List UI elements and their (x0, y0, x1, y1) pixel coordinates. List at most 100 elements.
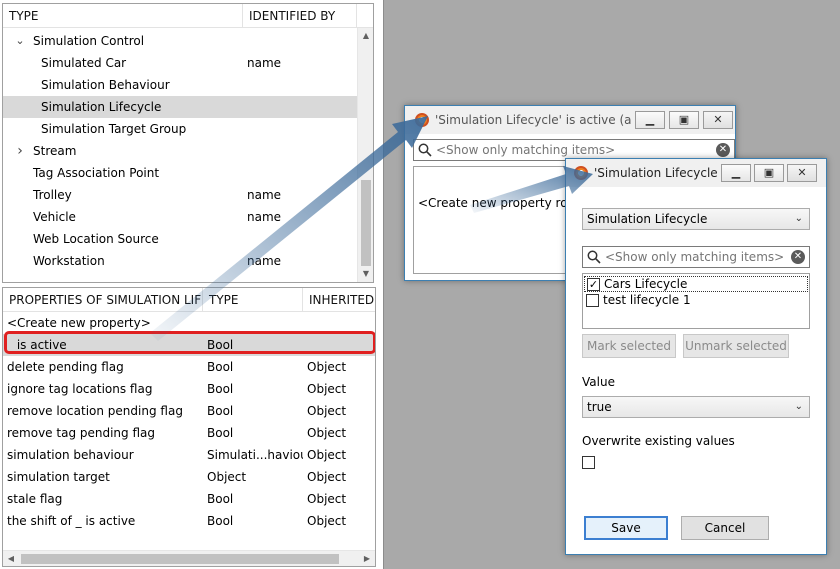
type-tree-vertical-scrollbar[interactable]: ▲ ▼ (357, 28, 373, 282)
dialog-front-titlebar[interactable]: 'Simulation Lifecycle'... ▁ ▣ ✕ (566, 159, 826, 187)
table-row[interactable]: _ is active Bool (3, 334, 375, 356)
property-type-cell: Bool (207, 338, 234, 352)
close-button[interactable]: ✕ (787, 164, 817, 182)
list-item-1[interactable]: test lifecycle 1 (584, 293, 808, 309)
table-row[interactable]: simulation target Object Object (3, 466, 375, 488)
tree-item[interactable]: Workstation name (3, 250, 357, 272)
close-icon: ✕ (797, 166, 807, 179)
scroll-up-icon[interactable]: ▲ (358, 28, 373, 44)
tree-item[interactable]: Simulation Target Group (3, 118, 357, 140)
close-button[interactable]: ✕ (703, 111, 733, 129)
list-item-checkbox[interactable]: ✓ (587, 278, 600, 291)
property-type-cell: Bool (207, 426, 234, 440)
minimize-button[interactable]: ▁ (635, 111, 665, 129)
properties-type-column-header[interactable]: TYPE (203, 288, 303, 312)
list-item-checkbox[interactable] (586, 294, 599, 307)
table-row[interactable]: stale flag Bool Object (3, 488, 375, 510)
scroll-left-icon[interactable]: ◀ (3, 551, 19, 566)
scroll-right-icon[interactable]: ▶ (359, 551, 375, 566)
list-item-label: Cars Lifecycle (604, 277, 688, 291)
type-tree: TYPE IDENTIFIED BY ⌄ Simulation Control Si… (2, 3, 374, 283)
property-inherited-cell: Object (307, 470, 347, 484)
tree-item[interactable]: ⌄ Simulation Control (3, 30, 357, 52)
close-icon: ✕ (713, 113, 723, 126)
tree-item[interactable]: Simulation Behaviour (3, 74, 357, 96)
tree-item-label: Web Location Source (33, 232, 159, 246)
property-value-dialog: 'Simulation Lifecycle'... ▁ ▣ ✕ Simulati… (565, 158, 827, 555)
tree-item[interactable]: Vehicle name (3, 206, 357, 228)
unmark-selected-button[interactable]: Unmark selected (683, 334, 789, 358)
tree-item-label: Simulation Behaviour (41, 78, 170, 92)
create-new-property-row-label[interactable]: <Create new property row> (418, 195, 587, 211)
table-row[interactable]: the shift of _ is active Bool Object (3, 510, 375, 532)
chevron-down-icon: ⌄ (794, 401, 803, 412)
clear-icon[interactable]: ✕ (716, 143, 730, 157)
app-icon (415, 113, 429, 127)
properties-inherited-column-header[interactable]: INHERITED F (303, 288, 375, 312)
value-label: Value (582, 375, 615, 389)
list-item-0[interactable]: ✓ Cars Lifecycle (584, 276, 808, 292)
table-row[interactable]: simulation behaviour Simulati...haviour Ob… (3, 444, 375, 466)
tree-item[interactable]: Tag Association Point (3, 162, 357, 184)
property-type-cell: Bool (207, 514, 234, 528)
property-inherited-cell: Object (307, 404, 347, 418)
type-select[interactable]: Simulation Lifecycle ⌄ (582, 208, 810, 230)
properties-name-column-header[interactable]: PROPERTIES OF SIMULATION LIFE... (3, 288, 203, 312)
tree-item[interactable]: › Stream (3, 140, 357, 162)
property-name-cell: remove tag pending flag (7, 426, 155, 440)
properties-table-header: PROPERTIES OF SIMULATION LIFE... TYPE IN… (3, 288, 375, 312)
left-panel: TYPE IDENTIFIED BY ⌄ Simulation Control Si… (0, 0, 384, 569)
properties-horizontal-scrollbar[interactable]: ◀ ▶ (3, 550, 375, 566)
type-column-header[interactable]: TYPE (3, 4, 243, 28)
chevron-right-icon[interactable]: › (14, 140, 26, 162)
search-icon (418, 143, 432, 157)
dialog-front-search[interactable]: ✕ (582, 246, 810, 268)
minimize-icon: ▁ (645, 113, 655, 126)
tree-item[interactable]: Web Location Source (3, 228, 357, 250)
scrollbar-thumb[interactable] (21, 554, 339, 564)
scrollbar-thumb[interactable] (361, 180, 371, 266)
overwrite-checkbox[interactable] (582, 456, 595, 469)
value-select[interactable]: true ⌄ (582, 396, 810, 418)
mark-selected-button[interactable]: Mark selected (582, 334, 676, 358)
table-row[interactable]: remove tag pending flag Bool Object (3, 422, 375, 444)
dialog-back-search-input[interactable] (436, 141, 716, 159)
property-inherited-cell: Object (307, 492, 347, 506)
maximize-icon: ▣ (763, 166, 775, 179)
property-type-cell: Bool (207, 404, 234, 418)
properties-table: PROPERTIES OF SIMULATION LIFE... TYPE IN… (2, 287, 376, 567)
tree-item[interactable]: Simulated Car name (3, 52, 357, 74)
tree-item-label: Tag Association Point (33, 166, 160, 180)
dialog-back-titlebar[interactable]: 'Simulation Lifecycle' is active (asse..… (405, 106, 735, 134)
dialog-back-title: 'Simulation Lifecycle' is active (asse..… (435, 113, 631, 127)
table-row[interactable]: remove location pending flag Bool Object (3, 400, 375, 422)
value-select-value: true (587, 400, 612, 414)
scroll-down-icon[interactable]: ▼ (358, 266, 373, 282)
maximize-button[interactable]: ▣ (754, 164, 784, 182)
maximize-icon: ▣ (678, 113, 690, 126)
property-type-cell: Simulati...haviour (207, 448, 303, 462)
lifecycle-list: ✓ Cars Lifecycle test lifecycle 1 (582, 273, 810, 329)
chevron-down-icon[interactable]: ⌄ (14, 30, 26, 52)
type-select-value: Simulation Lifecycle (587, 212, 708, 226)
minimize-button[interactable]: ▁ (721, 164, 751, 182)
property-name-cell: the shift of _ is active (7, 514, 136, 528)
search-icon (587, 250, 601, 264)
tree-item[interactable]: Trolley name (3, 184, 357, 206)
property-name-cell: delete pending flag (7, 360, 124, 374)
property-name-cell: simulation target (7, 470, 110, 484)
tree-item-identified-by: name (247, 210, 282, 224)
table-row[interactable]: delete pending flag Bool Object (3, 356, 375, 378)
cancel-button[interactable]: Cancel (681, 516, 769, 540)
tree-item-identified-by: name (247, 254, 282, 268)
maximize-button[interactable]: ▣ (669, 111, 699, 129)
table-row[interactable]: ignore tag locations flag Bool Object (3, 378, 375, 400)
save-button[interactable]: Save (584, 516, 668, 540)
create-new-property-label: <Create new property> (7, 316, 151, 330)
identified-by-column-header[interactable]: IDENTIFIED BY (243, 4, 357, 28)
tree-item[interactable]: Simulation Lifecycle (3, 96, 357, 118)
create-new-property-row[interactable]: <Create new property> (3, 312, 375, 334)
tree-item-label: Simulation Lifecycle (41, 100, 162, 114)
clear-icon[interactable]: ✕ (791, 250, 805, 264)
dialog-front-search-input[interactable] (605, 248, 791, 266)
